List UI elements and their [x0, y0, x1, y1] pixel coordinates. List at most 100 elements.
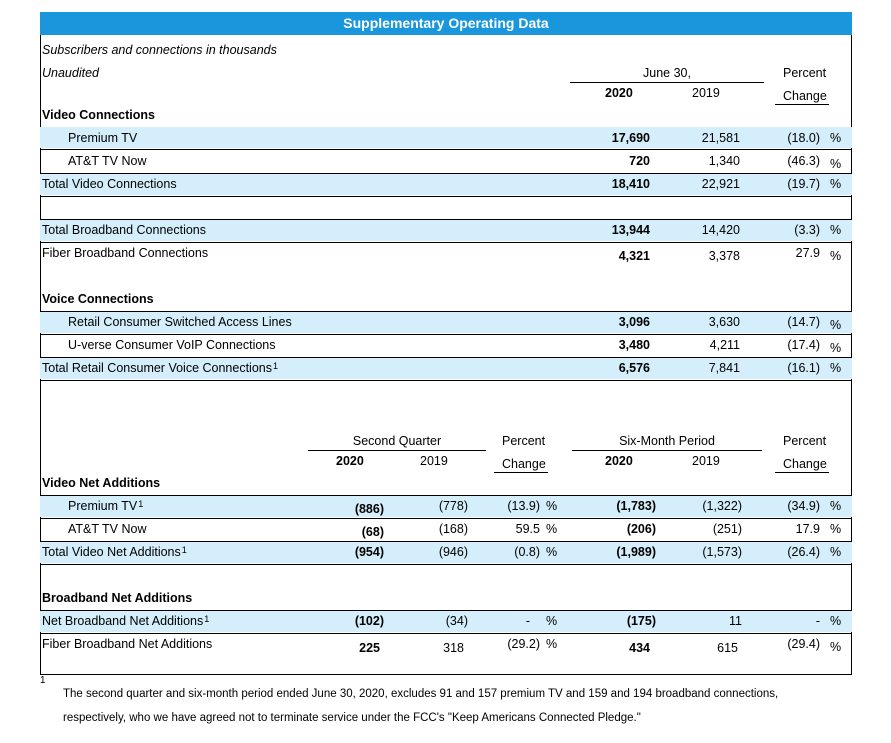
cell: % — [546, 637, 558, 651]
header-2020: 2020 — [605, 86, 633, 100]
row-label: Retail Consumer Switched Access Lines — [68, 315, 292, 329]
cell: 318 — [443, 641, 464, 655]
cell: 4,211 — [709, 338, 740, 352]
row-label: AT&T TV Now — [68, 154, 147, 168]
header-change: Change — [783, 89, 827, 103]
cell: % — [830, 157, 842, 171]
header-s-2020: 2020 — [605, 454, 633, 468]
row-label: Total Video Connections — [42, 177, 177, 191]
cell: % — [830, 522, 842, 536]
cell: 3,378 — [708, 249, 740, 263]
cell: 6,576 — [618, 361, 650, 375]
header-2019: 2019 — [692, 86, 720, 100]
cell: 27.9 — [795, 246, 820, 260]
cell: (13.9) — [507, 499, 540, 513]
section-voice-connections: Voice Connections — [42, 292, 154, 306]
cell: (34) — [445, 614, 468, 628]
cell: % — [830, 318, 842, 332]
cell: (175) — [626, 614, 656, 628]
footnote-line-1: The second quarter and six-month period … — [63, 688, 779, 700]
cell: 3,096 — [618, 315, 650, 329]
row-label: Fiber Broadband Net Additions — [42, 637, 213, 651]
section-video-connections: Video Connections — [42, 108, 155, 122]
cell: (34.9) — [787, 499, 820, 513]
header-percent: Percent — [783, 66, 827, 80]
row-label: Total Retail Consumer Voice Connections1 — [42, 361, 278, 375]
cell: 615 — [717, 641, 738, 655]
cell: 3,630 — [708, 315, 740, 329]
cell: (954) — [354, 545, 384, 559]
row-label: Net Broadband Net Additions1 — [42, 614, 210, 628]
cell: % — [830, 614, 842, 628]
cell: 11 — [729, 614, 742, 628]
header-change-rule — [775, 472, 829, 473]
section-video-net-additions: Video Net Additions — [42, 476, 161, 490]
cell: 14,420 — [701, 223, 740, 237]
cell: (1,989) — [616, 545, 656, 559]
row-label: AT&T TV Now — [68, 522, 147, 536]
cell: 3,480 — [618, 338, 650, 352]
section-divider — [40, 380, 852, 381]
row-label: Total Broadband Connections — [42, 223, 207, 237]
cell: (68) — [361, 525, 384, 539]
header-s-percent: Percent — [783, 434, 827, 448]
cell: 13,944 — [611, 223, 650, 237]
cell: (1,573) — [702, 545, 742, 559]
rule — [40, 564, 852, 565]
cell: (19.7) — [787, 177, 820, 191]
cell: % — [546, 545, 558, 559]
cell: % — [830, 499, 842, 513]
cell: 225 — [359, 641, 380, 655]
row-label: Premium TV1 — [68, 499, 144, 513]
cell: (29.4) — [787, 637, 820, 651]
cell: 434 — [629, 641, 650, 655]
header-change-rule — [775, 104, 829, 105]
row-label: Total Video Net Additions1 — [42, 545, 187, 559]
cell: (102) — [354, 614, 384, 628]
header-six-month: Six-Month Period — [619, 434, 715, 448]
cell: (14.7) — [787, 315, 820, 329]
cell: (251) — [712, 522, 742, 536]
cell: % — [546, 522, 558, 536]
cell: % — [830, 341, 842, 355]
cell: % — [830, 640, 842, 654]
cell: % — [830, 223, 842, 237]
header-rule — [308, 450, 486, 451]
page-title: Supplementary Operating Data — [40, 12, 852, 35]
cell: - — [525, 614, 530, 628]
cell: (886) — [354, 502, 384, 516]
cell: 17.9 — [795, 522, 820, 536]
cell: (778) — [438, 499, 468, 513]
cell: % — [546, 499, 558, 513]
cell: (3.3) — [794, 223, 820, 237]
rule — [40, 149, 852, 150]
header-second-quarter: Second Quarter — [352, 434, 442, 448]
cell: (26.4) — [787, 545, 820, 559]
cell: 720 — [629, 154, 650, 168]
cell: (17.4) — [787, 338, 820, 352]
subtitle-unaudited: Unaudited — [42, 66, 99, 80]
section-broadband-net-additions: Broadband Net Additions — [42, 591, 193, 605]
cell: 21,581 — [701, 131, 740, 145]
cell: (0.8) — [514, 545, 540, 559]
row-label: U-verse Consumer VoIP Connections — [68, 338, 276, 352]
rule — [40, 196, 852, 197]
cell: (18.0) — [787, 131, 820, 145]
cell: % — [830, 361, 842, 375]
cell: % — [546, 614, 558, 628]
cell: % — [830, 177, 842, 191]
cell: 7,841 — [708, 361, 740, 375]
cell: (16.1) — [787, 361, 820, 375]
header-q-percent: Percent — [502, 434, 546, 448]
row-label: Premium TV — [68, 131, 138, 145]
cell: (46.3) — [787, 154, 820, 168]
cell: (206) — [626, 522, 656, 536]
cell: (946) — [438, 545, 468, 559]
cell: 59.5 — [515, 522, 540, 536]
footnote-marker: 1 — [40, 675, 46, 686]
header-period: June 30, — [643, 66, 691, 80]
subtitle-units: Subscribers and connections in thousands — [42, 43, 277, 57]
header-q-2020: 2020 — [336, 454, 364, 468]
row-label: Fiber Broadband Connections — [42, 246, 209, 260]
header-s-change: Change — [783, 457, 827, 471]
